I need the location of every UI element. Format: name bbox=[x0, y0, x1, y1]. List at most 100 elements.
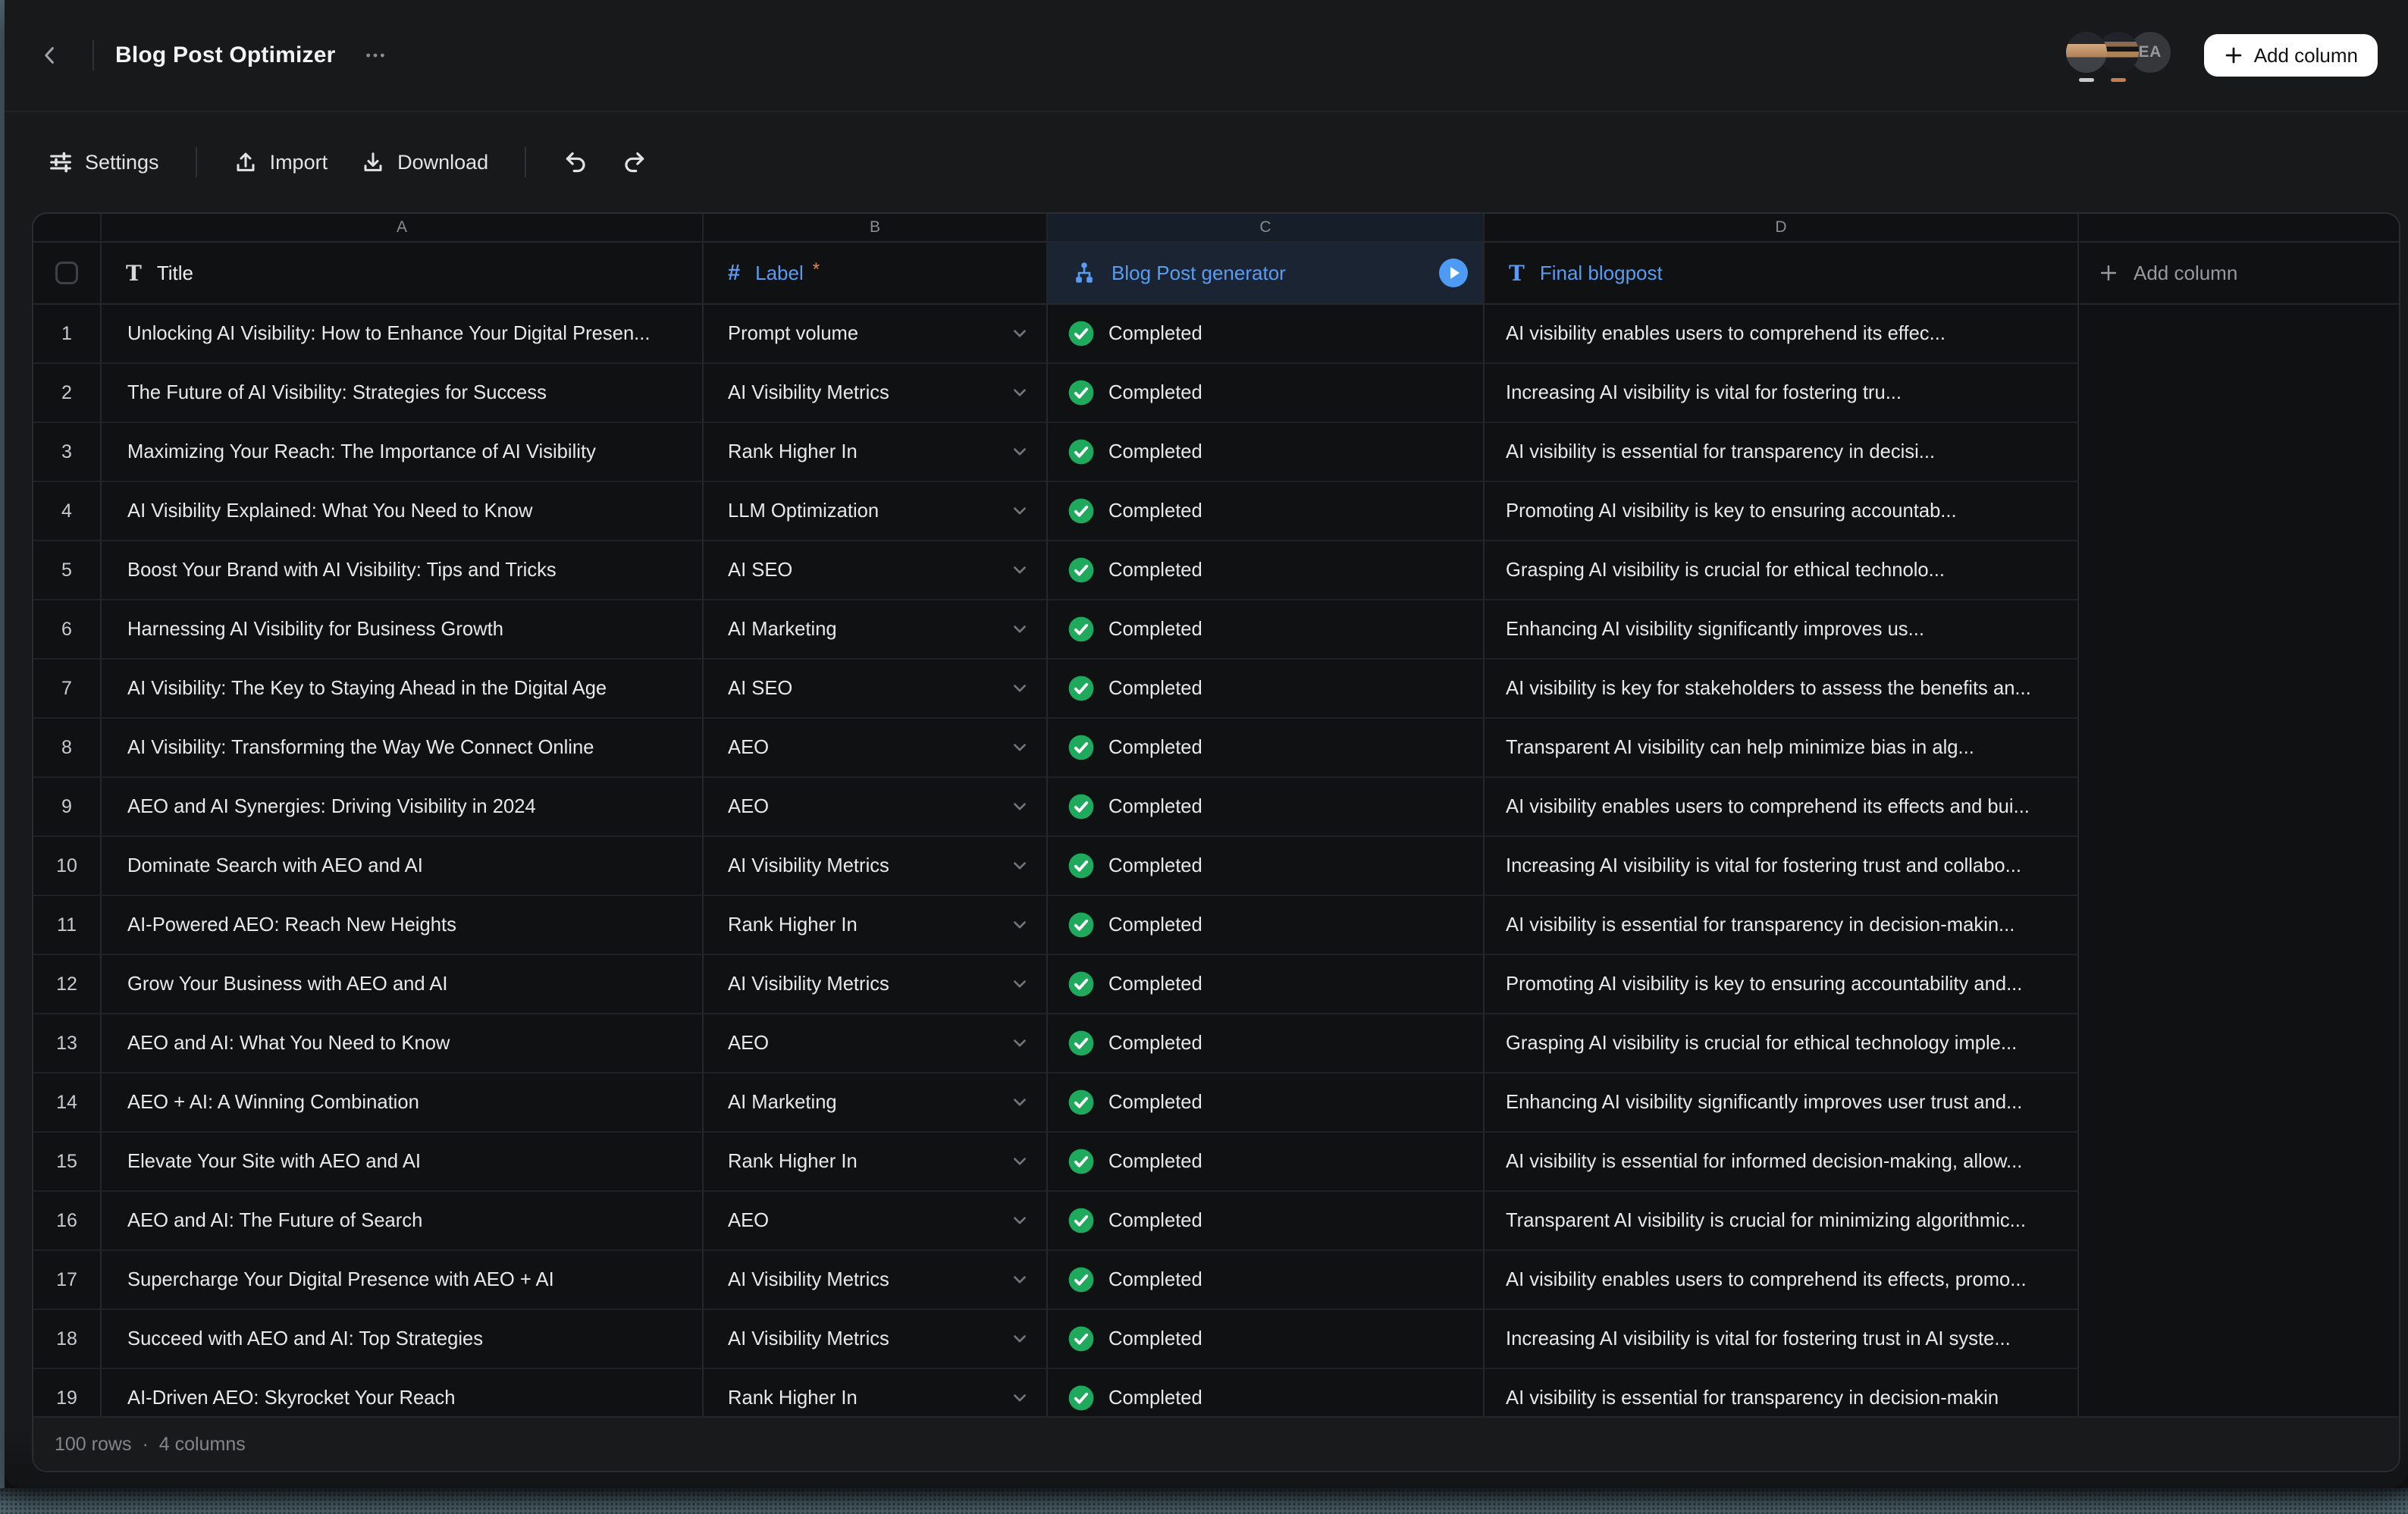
blogpost-cell[interactable]: Enhancing AI visibility significantly im… bbox=[1485, 600, 2079, 660]
title-cell[interactable]: Elevate Your Site with AEO and AI bbox=[102, 1133, 704, 1192]
label-select-cell[interactable]: AEO bbox=[704, 1014, 1048, 1074]
title-cell[interactable]: AI-Powered AEO: Reach New Heights bbox=[102, 896, 704, 955]
generator-status-cell[interactable]: Completed bbox=[1048, 1369, 1485, 1416]
row-number[interactable]: 16 bbox=[33, 1192, 102, 1251]
title-cell[interactable]: AI Visibility: Transforming the Way We C… bbox=[102, 719, 704, 778]
generator-status-cell[interactable]: Completed bbox=[1048, 719, 1485, 778]
column-header-label[interactable]: # Label * bbox=[704, 243, 1048, 305]
title-cell[interactable]: Maximizing Your Reach: The Importance of… bbox=[102, 423, 704, 482]
column-letter-a[interactable]: A bbox=[102, 214, 704, 243]
title-cell[interactable]: AEO and AI: The Future of Search bbox=[102, 1192, 704, 1251]
row-number[interactable]: 3 bbox=[33, 423, 102, 482]
blogpost-cell[interactable]: AI visibility is essential for transpare… bbox=[1485, 1369, 2079, 1416]
blogpost-cell[interactable]: Transparent AI visibility can help minim… bbox=[1485, 719, 2079, 778]
blogpost-cell[interactable]: Promoting AI visibility is key to ensuri… bbox=[1485, 955, 2079, 1014]
label-select-cell[interactable]: LLM Optimization bbox=[704, 482, 1048, 541]
label-select-cell[interactable]: Prompt volume bbox=[704, 305, 1048, 364]
blogpost-cell[interactable]: AI visibility is essential for transpare… bbox=[1485, 896, 2079, 955]
title-cell[interactable]: Unlocking AI Visibility: How to Enhance … bbox=[102, 305, 704, 364]
row-number[interactable]: 6 bbox=[33, 600, 102, 660]
title-cell[interactable]: AEO and AI: What You Need to Know bbox=[102, 1014, 704, 1074]
label-select-cell[interactable]: Rank Higher In bbox=[704, 1133, 1048, 1192]
column-header-final-blogpost[interactable]: T Final blogpost bbox=[1485, 243, 2079, 305]
title-cell[interactable]: Harnessing AI Visibility for Business Gr… bbox=[102, 600, 704, 660]
row-number[interactable]: 9 bbox=[33, 778, 102, 837]
blogpost-cell[interactable]: AI visibility enables users to comprehen… bbox=[1485, 1251, 2079, 1310]
row-number[interactable]: 10 bbox=[33, 837, 102, 896]
blogpost-cell[interactable]: AI visibility enables users to comprehen… bbox=[1485, 778, 2079, 837]
generator-status-cell[interactable]: Completed bbox=[1048, 364, 1485, 423]
title-cell[interactable]: AI Visibility: The Key to Staying Ahead … bbox=[102, 660, 704, 719]
label-select-cell[interactable]: AI Marketing bbox=[704, 600, 1048, 660]
blogpost-cell[interactable]: Grasping AI visibility is crucial for et… bbox=[1485, 541, 2079, 600]
generator-status-cell[interactable]: Completed bbox=[1048, 896, 1485, 955]
import-button[interactable]: Import bbox=[227, 141, 334, 183]
row-number[interactable]: 7 bbox=[33, 660, 102, 719]
column-letter-d[interactable]: D bbox=[1485, 214, 2079, 243]
generator-status-cell[interactable]: Completed bbox=[1048, 305, 1485, 364]
row-number[interactable]: 15 bbox=[33, 1133, 102, 1192]
add-column-button[interactable]: Add column bbox=[2204, 34, 2378, 77]
title-cell[interactable]: AEO and AI Synergies: Driving Visibility… bbox=[102, 778, 704, 837]
row-number[interactable]: 14 bbox=[33, 1074, 102, 1133]
redo-button[interactable] bbox=[616, 140, 654, 184]
download-button[interactable]: Download bbox=[355, 141, 494, 183]
row-number[interactable]: 2 bbox=[33, 364, 102, 423]
blogpost-cell[interactable]: Grasping AI visibility is crucial for et… bbox=[1485, 1014, 2079, 1074]
column-letter-c[interactable]: C bbox=[1048, 214, 1485, 243]
generator-status-cell[interactable]: Completed bbox=[1048, 955, 1485, 1014]
generator-status-cell[interactable]: Completed bbox=[1048, 482, 1485, 541]
blogpost-cell[interactable]: AI visibility enables users to comprehen… bbox=[1485, 305, 2079, 364]
run-column-button[interactable] bbox=[1439, 259, 1468, 287]
label-select-cell[interactable]: AI SEO bbox=[704, 541, 1048, 600]
row-number[interactable]: 5 bbox=[33, 541, 102, 600]
label-select-cell[interactable]: Rank Higher In bbox=[704, 896, 1048, 955]
row-number[interactable]: 12 bbox=[33, 955, 102, 1014]
row-number[interactable]: 1 bbox=[33, 305, 102, 364]
row-number[interactable]: 18 bbox=[33, 1310, 102, 1369]
blogpost-cell[interactable]: AI visibility is essential for transpare… bbox=[1485, 423, 2079, 482]
blogpost-cell[interactable]: Increasing AI visibility is vital for fo… bbox=[1485, 1310, 2079, 1369]
blogpost-cell[interactable]: Promoting AI visibility is key to ensuri… bbox=[1485, 482, 2079, 541]
settings-button[interactable]: Settings bbox=[42, 141, 165, 183]
label-select-cell[interactable]: AEO bbox=[704, 719, 1048, 778]
generator-status-cell[interactable]: Completed bbox=[1048, 1192, 1485, 1251]
generator-status-cell[interactable]: Completed bbox=[1048, 541, 1485, 600]
column-header-title[interactable]: T Title bbox=[102, 243, 704, 305]
generator-status-cell[interactable]: Completed bbox=[1048, 600, 1485, 660]
row-number[interactable]: 8 bbox=[33, 719, 102, 778]
blogpost-cell[interactable]: AI visibility is key for stakeholders to… bbox=[1485, 660, 2079, 719]
avatar[interactable] bbox=[2066, 32, 2107, 73]
undo-button[interactable] bbox=[557, 140, 594, 184]
label-select-cell[interactable]: AI Marketing bbox=[704, 1074, 1048, 1133]
add-column-header[interactable]: Add column bbox=[2079, 243, 2399, 305]
title-cell[interactable]: Supercharge Your Digital Presence with A… bbox=[102, 1251, 704, 1310]
label-select-cell[interactable]: AI Visibility Metrics bbox=[704, 1310, 1048, 1369]
title-cell[interactable]: Boost Your Brand with AI Visibility: Tip… bbox=[102, 541, 704, 600]
row-number[interactable]: 19 bbox=[33, 1369, 102, 1416]
generator-status-cell[interactable]: Completed bbox=[1048, 1133, 1485, 1192]
generator-status-cell[interactable]: Completed bbox=[1048, 1310, 1485, 1369]
generator-status-cell[interactable]: Completed bbox=[1048, 1074, 1485, 1133]
generator-status-cell[interactable]: Completed bbox=[1048, 837, 1485, 896]
row-number[interactable]: 13 bbox=[33, 1014, 102, 1074]
title-cell[interactable]: The Future of AI Visibility: Strategies … bbox=[102, 364, 704, 423]
generator-status-cell[interactable]: Completed bbox=[1048, 660, 1485, 719]
generator-status-cell[interactable]: Completed bbox=[1048, 423, 1485, 482]
more-menu-button[interactable] bbox=[354, 34, 397, 77]
title-cell[interactable]: AI-Driven AEO: Skyrocket Your Reach bbox=[102, 1369, 704, 1416]
row-number[interactable]: 11 bbox=[33, 896, 102, 955]
column-header-blog-post-generator[interactable]: Blog Post generator bbox=[1048, 243, 1485, 305]
generator-status-cell[interactable]: Completed bbox=[1048, 778, 1485, 837]
blogpost-cell[interactable]: Increasing AI visibility is vital for fo… bbox=[1485, 837, 2079, 896]
row-number[interactable]: 17 bbox=[33, 1251, 102, 1310]
title-cell[interactable]: Succeed with AEO and AI: Top Strategies bbox=[102, 1310, 704, 1369]
label-select-cell[interactable]: AEO bbox=[704, 778, 1048, 837]
label-select-cell[interactable]: AI Visibility Metrics bbox=[704, 1251, 1048, 1310]
row-number[interactable]: 4 bbox=[33, 482, 102, 541]
blogpost-cell[interactable]: AI visibility is essential for informed … bbox=[1485, 1133, 2079, 1192]
select-all-cell[interactable] bbox=[33, 243, 102, 305]
column-letter-b[interactable]: B bbox=[704, 214, 1048, 243]
label-select-cell[interactable]: AEO bbox=[704, 1192, 1048, 1251]
title-cell[interactable]: AEO + AI: A Winning Combination bbox=[102, 1074, 704, 1133]
